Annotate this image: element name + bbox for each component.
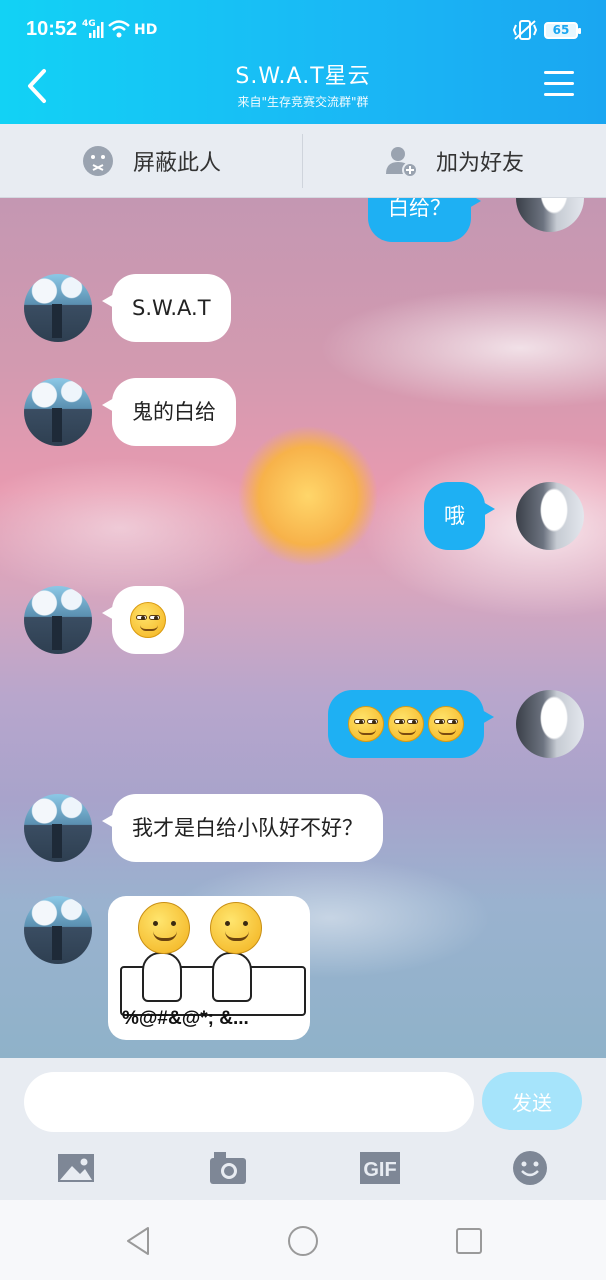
vibrate-icon bbox=[512, 20, 538, 40]
gif-label: GIF bbox=[363, 1159, 396, 1181]
sender-avatar[interactable] bbox=[24, 378, 92, 446]
camera-icon[interactable] bbox=[208, 1150, 248, 1186]
message-text: 鬼的白给 bbox=[132, 400, 216, 424]
clock: 10:52 bbox=[26, 18, 78, 40]
smirk-emoji-icon bbox=[428, 706, 464, 742]
smirk-emoji-icon bbox=[348, 706, 384, 742]
block-icon bbox=[82, 146, 113, 176]
system-nav-bar bbox=[0, 1200, 606, 1280]
message-bubble-incoming[interactable]: 我才是白给小队好不好？ bbox=[102, 794, 383, 862]
message-bubble-outgoing[interactable]: 哦 bbox=[424, 482, 495, 550]
message-bubble-outgoing[interactable] bbox=[328, 690, 494, 758]
chat-area[interactable]: 白给？ S.W.A.T 鬼的白给 哦 我才是白给小队好不好？ %@#&@*; & bbox=[0, 198, 606, 1058]
sender-avatar[interactable] bbox=[24, 274, 92, 342]
sticker-text: %@#&@*; &... bbox=[122, 1008, 249, 1029]
stranger-action-bar: 屏蔽此人 加为好友 bbox=[0, 124, 606, 198]
message-input[interactable] bbox=[24, 1072, 474, 1132]
back-nav-icon[interactable] bbox=[122, 1224, 156, 1258]
recents-nav-icon[interactable] bbox=[452, 1224, 486, 1258]
hd-indicator: HD bbox=[134, 22, 158, 38]
sender-avatar[interactable] bbox=[24, 794, 92, 862]
message-text: 白给？ bbox=[388, 198, 451, 220]
block-user-label: 屏蔽此人 bbox=[132, 151, 221, 176]
smile-face-icon bbox=[210, 902, 262, 954]
send-button[interactable]: 发送 bbox=[482, 1072, 582, 1130]
my-avatar[interactable] bbox=[516, 482, 584, 550]
page-title: S.W.A.T星云 bbox=[235, 64, 371, 89]
message-text: S.W.A.T bbox=[132, 296, 211, 320]
app-header: 10:52 4G HD 65 S.W.A.T星云 来自"生存竞赛交流群"群 bbox=[0, 0, 606, 124]
message-bubble-outgoing[interactable]: 白给？ bbox=[368, 198, 481, 242]
smile-face-icon bbox=[138, 902, 190, 954]
add-friend-button[interactable]: 加为好友 bbox=[303, 124, 605, 198]
block-user-button[interactable]: 屏蔽此人 bbox=[0, 124, 302, 198]
menu-icon[interactable] bbox=[544, 71, 574, 99]
message-text: 我才是白给小队好不好？ bbox=[132, 816, 363, 840]
message-bubble-incoming[interactable] bbox=[102, 586, 184, 654]
my-avatar[interactable] bbox=[516, 690, 584, 758]
smirk-emoji-icon bbox=[388, 706, 424, 742]
signal-icon bbox=[89, 22, 104, 38]
sticker-image[interactable]: %@#&@*; &... bbox=[108, 896, 310, 1040]
message-text: 哦 bbox=[444, 504, 465, 528]
home-nav-icon[interactable] bbox=[286, 1224, 320, 1258]
sender-avatar[interactable] bbox=[24, 896, 92, 964]
gif-icon[interactable]: GIF bbox=[360, 1150, 400, 1186]
add-friend-icon bbox=[385, 147, 418, 178]
battery-indicator: 65 bbox=[544, 22, 581, 39]
message-bubble-incoming[interactable]: S.W.A.T bbox=[102, 274, 231, 342]
page-subtitle: 来自"生存竞赛交流群"群 bbox=[237, 95, 369, 109]
image-icon[interactable] bbox=[56, 1150, 96, 1186]
composer: 发送 GIF bbox=[0, 1058, 606, 1200]
sender-avatar[interactable] bbox=[24, 586, 92, 654]
status-bar: 10:52 4G HD 65 bbox=[0, 0, 606, 60]
my-avatar[interactable] bbox=[516, 198, 584, 232]
emoji-icon[interactable] bbox=[512, 1150, 552, 1186]
message-bubble-incoming[interactable]: 鬼的白给 bbox=[102, 378, 236, 446]
add-friend-label: 加为好友 bbox=[435, 151, 524, 176]
wifi-icon bbox=[108, 20, 130, 38]
smirk-emoji-icon bbox=[130, 602, 166, 638]
